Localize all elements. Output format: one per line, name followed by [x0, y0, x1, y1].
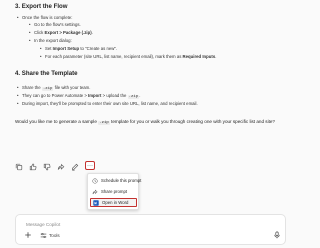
word-icon — [93, 199, 99, 206]
microphone-button[interactable] — [274, 231, 280, 239]
chat-panel: 3. Export the Flow • Once the flow is co… — [0, 0, 300, 248]
tools-button[interactable]: Tools — [40, 232, 60, 239]
list-item: • For each parameter (site URL, list nam… — [40, 54, 217, 59]
assistant-question: Would you like me to generate a sample .… — [15, 119, 275, 125]
more-icon: ··· — [87, 162, 93, 169]
list-item: • Once the flow is complete: — [17, 15, 73, 20]
section-heading-export: 3. Export the Flow — [15, 3, 68, 10]
message-input[interactable]: Message Copilot — [26, 222, 60, 227]
bullet-icon: • — [29, 38, 31, 43]
menu-item-share-prompt[interactable]: Share prompt — [90, 187, 137, 196]
more-options-button[interactable]: ··· — [85, 161, 95, 170]
add-attachment-button[interactable] — [24, 231, 32, 239]
bullet-icon: • — [29, 22, 31, 27]
menu-item-open-in-word[interactable]: Open in Word — [90, 198, 137, 207]
list-item: • Share the .zip file with your team. — [17, 85, 91, 91]
share-icon — [92, 189, 98, 195]
copy-icon[interactable] — [15, 163, 23, 171]
bullet-icon: • — [17, 101, 19, 106]
list-item: • Click Export > Package (.zip). — [29, 30, 93, 35]
tools-label: Tools — [49, 233, 60, 238]
menu-item-schedule-prompt[interactable]: Schedule this prompt — [90, 176, 141, 185]
plus-icon — [25, 232, 31, 238]
bullet-icon: • — [17, 15, 19, 20]
more-options-menu: Schedule this prompt Share prompt Open i… — [87, 173, 141, 210]
list-item: • During import, they'll be prompted to … — [17, 101, 198, 106]
thumbs-down-icon[interactable] — [43, 163, 51, 171]
list-item: • In the export dialog: — [29, 38, 72, 43]
bullet-icon: • — [17, 93, 19, 98]
bullet-icon: • — [40, 46, 42, 51]
thumbs-up-icon[interactable] — [29, 163, 37, 171]
sliders-icon — [40, 233, 47, 238]
list-item: • They can go to Power Automate > Import… — [17, 93, 141, 99]
list-item: • Set Import Setup to "Create as new". — [40, 46, 118, 51]
edit-icon[interactable] — [71, 163, 79, 171]
message-composer[interactable]: Message Copilot Tools — [15, 214, 286, 245]
bullet-icon: • — [29, 30, 31, 35]
bullet-icon: • — [17, 85, 19, 90]
bullet-icon: • — [40, 54, 42, 59]
section-heading-share: 4. Share the Template — [15, 70, 78, 77]
share-icon[interactable] — [57, 163, 65, 171]
list-item: • Go to the flow's settings. — [29, 22, 81, 27]
clock-icon — [92, 177, 98, 184]
microphone-icon — [274, 231, 280, 239]
